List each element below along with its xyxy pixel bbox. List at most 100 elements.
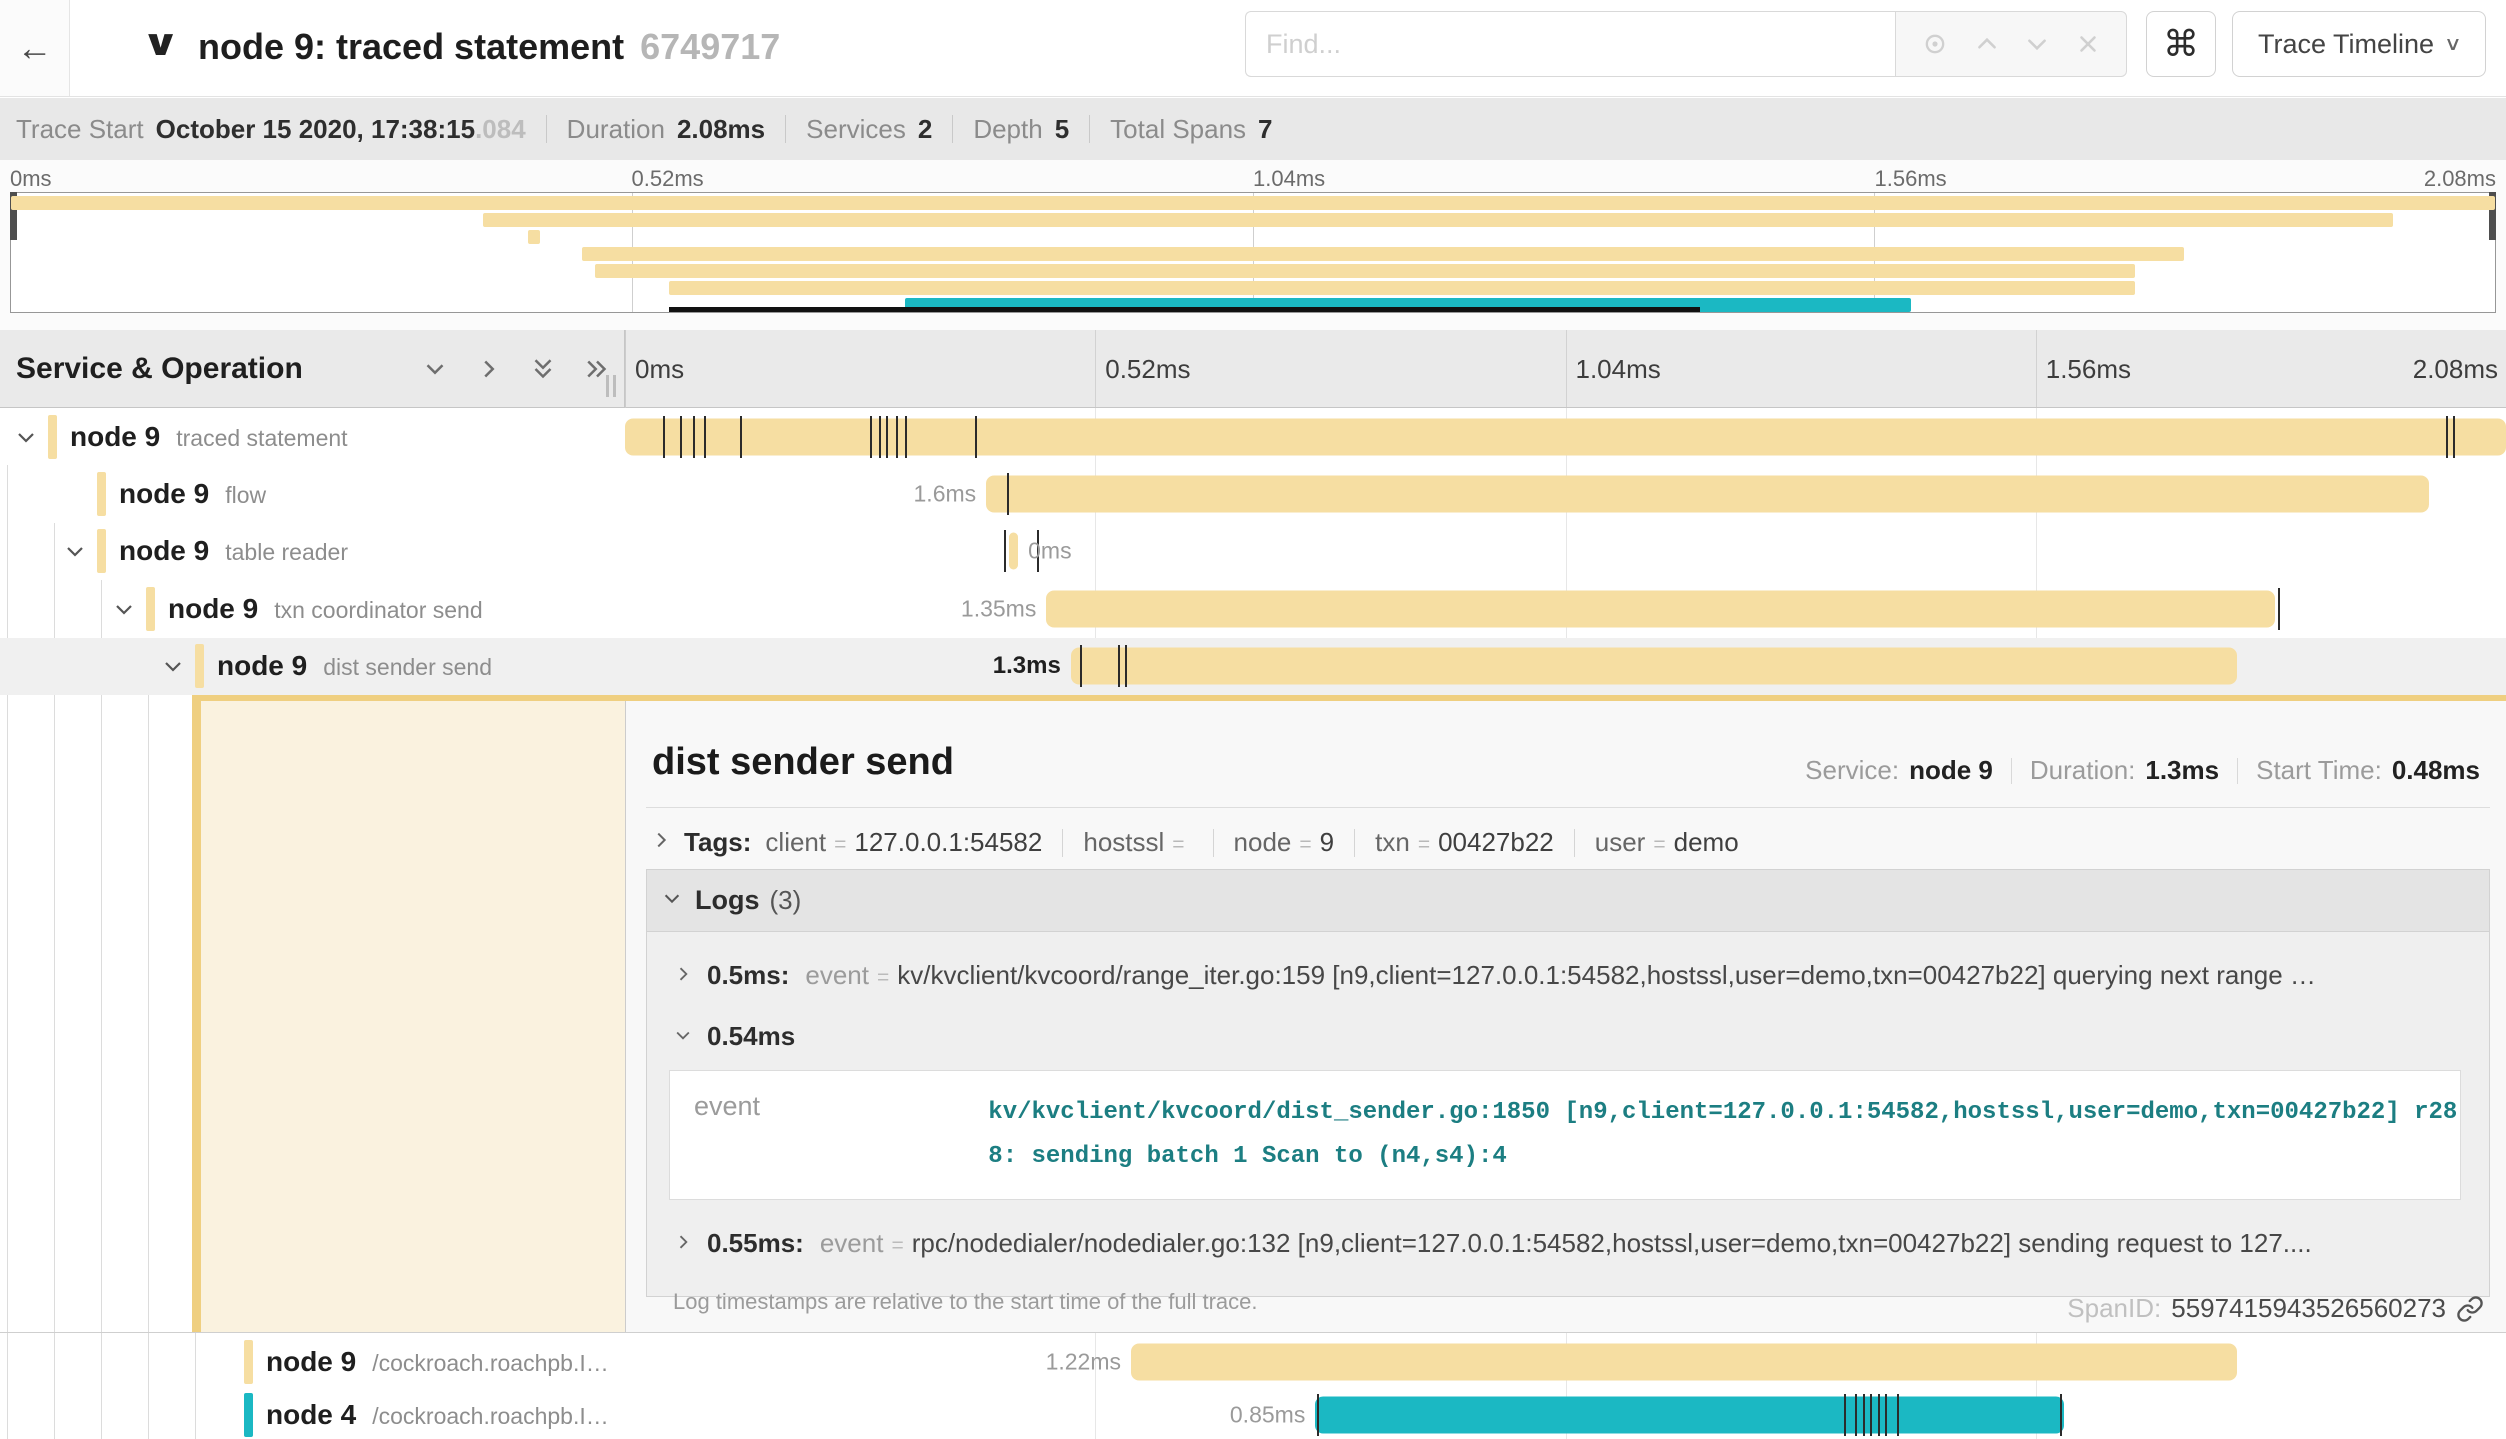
log-timestamp: 0.5ms: [707, 960, 789, 991]
log-marker-tick [870, 416, 872, 458]
keyboard-shortcuts-button[interactable]: ⌘ [2146, 11, 2216, 77]
span-color-band [192, 695, 201, 1332]
summary-item: Total Spans7 [1110, 114, 1272, 145]
prev-result-icon[interactable] [1974, 31, 2000, 57]
summary-value-fraction: .084 [475, 114, 526, 145]
tags-row[interactable]: Tags: client=127.0.0.1:54582hostssl=node… [650, 827, 1739, 858]
minimap-span[interactable] [483, 213, 2393, 227]
span-bar[interactable] [1071, 648, 2237, 685]
collapse-trace-chevron-icon[interactable]: ∨ [141, 22, 180, 64]
span-row[interactable]: node 9table reader0ms [0, 523, 2506, 580]
service-operation-header: Service & Operation [0, 330, 625, 407]
minimap-span[interactable] [11, 196, 2495, 210]
minimap-span[interactable] [528, 230, 540, 244]
span-row[interactable]: node 4/cockroach.roachpb.I… 0.85ms [0, 1388, 2506, 1439]
chevron-down-icon[interactable] [420, 354, 450, 384]
log-marker-tick [1125, 645, 1127, 687]
spanid-label: SpanID: [2067, 1293, 2161, 1324]
span-detail-row: dist sender send Service:node 9Duration:… [0, 695, 2506, 1333]
tag-item: node=9 [1234, 827, 1335, 858]
span-bar[interactable] [986, 476, 2429, 513]
log-entry[interactable]: 0.55ms:event=rpc/nodedialer/nodedialer.g… [667, 1210, 2469, 1275]
minimap-canvas[interactable] [10, 192, 2496, 313]
trace-title: node 9: traced statement [198, 26, 624, 67]
chevron-down-icon[interactable] [63, 539, 87, 563]
span-row-timeline: 0.85ms [625, 1388, 2506, 1439]
log-timestamp: 0.55ms: [707, 1228, 804, 1259]
span-name: node 9table reader [119, 535, 348, 567]
summary-value: 5 [1055, 114, 1069, 145]
separator [1062, 829, 1063, 857]
minimap-span[interactable] [582, 247, 2184, 261]
log-marker-tick [1007, 473, 1009, 515]
clear-find-icon[interactable] [2075, 31, 2101, 57]
span-row[interactable]: node 9traced statement [0, 408, 2506, 465]
back-button[interactable]: ← [0, 0, 70, 96]
log-kv-value: kv/kvclient/kvcoord/dist_sender.go:1850 … [964, 1071, 2460, 1200]
link-icon[interactable] [2456, 1295, 2484, 1323]
span-color-strip [195, 644, 204, 688]
double-chevron-down-icon[interactable] [528, 354, 558, 384]
span-color-strip [244, 1393, 253, 1437]
span-service: node 9 [217, 650, 307, 681]
minimap-span[interactable] [669, 281, 2135, 295]
span-detail-title: dist sender send [652, 741, 954, 784]
log-kv-table: eventkv/kvclient/kvcoord/dist_sender.go:… [669, 1070, 2461, 1200]
span-operation: traced statement [176, 425, 347, 451]
span-bar[interactable] [1009, 533, 1018, 570]
find-input[interactable] [1245, 11, 1895, 77]
span-bar[interactable] [1131, 1343, 2237, 1380]
span-operation: flow [225, 482, 266, 508]
summary-label: Total Spans [1110, 114, 1246, 145]
span-name: node 4/cockroach.roachpb.I… [266, 1399, 609, 1431]
column-resize-handle[interactable] [606, 375, 616, 397]
span-bar[interactable] [1046, 590, 2274, 627]
minimap-span[interactable] [595, 264, 2135, 278]
log-marker-tick [680, 416, 682, 458]
log-field-key: event [805, 960, 869, 991]
span-color-strip [244, 1340, 253, 1384]
span-name: node 9 dist sender send [217, 650, 492, 682]
span-detail-left-gutter [0, 695, 625, 1332]
chevron-right-icon[interactable] [474, 354, 504, 384]
spanid-value: 5597415943526560273 [2171, 1293, 2446, 1324]
chevron-down-icon[interactable] [161, 654, 185, 678]
view-options-button[interactable]: Trace Timeline ∨ [2232, 11, 2486, 77]
span-row-timeline [625, 408, 2506, 465]
span-row[interactable]: node 9/cockroach.roachpb.I…1.22ms [0, 1335, 2506, 1388]
span-row[interactable]: node 9txn coordinator send1.35ms [0, 580, 2506, 637]
ruler-tick-label: 0ms [635, 354, 684, 385]
span-row[interactable]: node 9 flow 1.6ms [0, 465, 2506, 522]
log-entry[interactable]: 0.5ms:event=kv/kvclient/kvcoord/range_it… [667, 942, 2469, 1007]
span-bar[interactable] [1315, 1396, 2064, 1433]
logs-title: Logs [695, 885, 760, 916]
logs-header[interactable]: Logs (3) [647, 870, 2489, 932]
span-operation: dist sender send [323, 654, 492, 680]
span-row[interactable]: node 9 dist sender send 1.3ms [0, 638, 2506, 695]
next-result-icon[interactable] [2024, 31, 2050, 57]
log-marker-tick [693, 416, 695, 458]
trace-id: 6749717 [640, 26, 780, 67]
chevron-down-icon[interactable] [14, 425, 38, 449]
span-duration-label: 1.3ms [993, 652, 1061, 680]
log-entry-expanded-header[interactable]: 0.54ms [667, 1007, 2469, 1064]
summary-label: Depth [973, 114, 1042, 145]
separator [952, 115, 953, 143]
span-duration-label: 0.85ms [1230, 1401, 1305, 1428]
summary-item: Duration2.08ms [567, 114, 765, 145]
divider [646, 807, 2490, 808]
span-color-strip [97, 529, 106, 573]
summary-label: Trace Start [16, 114, 144, 145]
log-marker-tick [1885, 1394, 1887, 1436]
span-row-timeline: 1.6ms [625, 465, 2506, 522]
log-field-value: rpc/nodedialer/nodedialer.go:132 [n9,cli… [912, 1228, 2312, 1259]
minimap-tick-label: 2.08ms [2424, 166, 2496, 192]
log-marker-tick [740, 416, 742, 458]
span-service: node 9 [168, 593, 258, 624]
view-options-label: Trace Timeline [2258, 29, 2434, 60]
chevron-down-icon[interactable] [112, 597, 136, 621]
locate-icon[interactable] [1921, 30, 1949, 58]
span-service: node 9 [119, 478, 209, 509]
span-row-timeline: 1.22ms [625, 1335, 2506, 1388]
span-row-timeline: 1.3ms [625, 638, 2506, 695]
